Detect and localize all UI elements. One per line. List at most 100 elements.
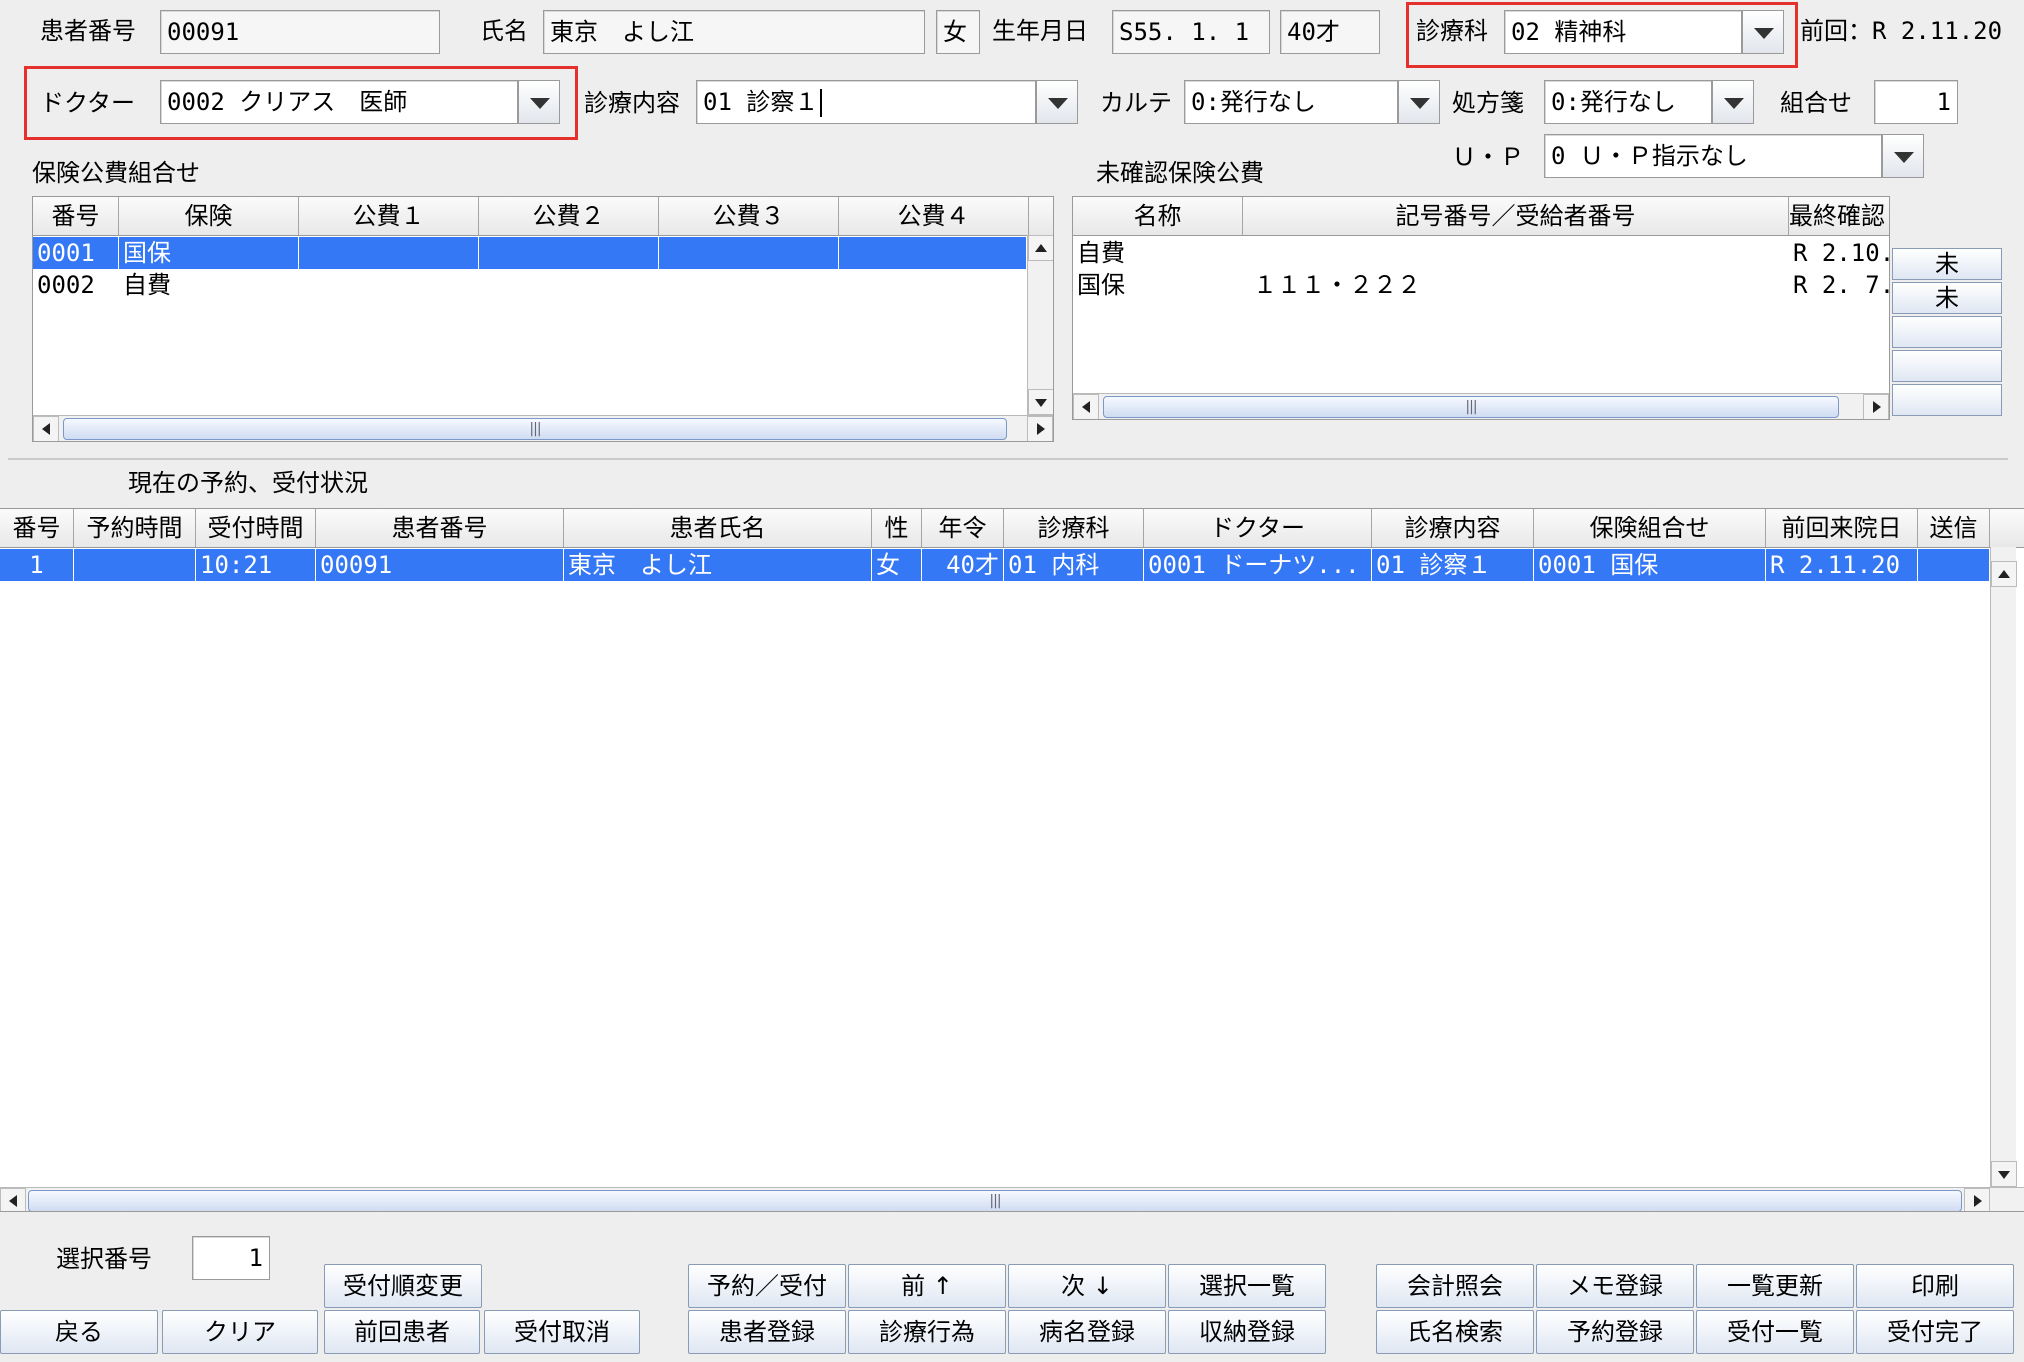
col-header[interactable]: ドクター (1144, 509, 1372, 547)
col-header[interactable]: 診療科 (1004, 509, 1144, 547)
rx-select[interactable]: 0:発行なし (1544, 80, 1712, 124)
scroll-up-icon[interactable] (1028, 235, 1053, 261)
cell (1243, 237, 1789, 269)
reception-vscrollbar[interactable] (1990, 547, 2017, 1187)
col-header[interactable]: 公費４ (839, 197, 1029, 235)
col-header[interactable]: 患者氏名 (564, 509, 872, 547)
table-row[interactable]: 国保 １１１・２２２ R 2. 7.31 (1073, 269, 1889, 301)
scroll-thumb[interactable]: ||| (28, 1190, 1962, 1211)
account-ref-button[interactable]: 会計照会 (1376, 1264, 1534, 1308)
reception-list-button[interactable]: 受付一覧 (1696, 1310, 1854, 1354)
insurance-table-header: 番号 保険 公費１ 公費２ 公費３ 公費４ (33, 197, 1053, 236)
cell: 0001 ドーナツ... (1144, 549, 1372, 581)
content-select[interactable]: 01 診察１ (696, 80, 1036, 124)
col-header[interactable]: 保険 (119, 197, 299, 235)
col-header[interactable]: 名称 (1073, 197, 1243, 235)
side-button-4[interactable] (1892, 350, 2002, 382)
reorder-button[interactable]: 受付順変更 (324, 1264, 482, 1308)
prev-patient-button[interactable]: 前回患者 (324, 1310, 480, 1354)
reception-done-button[interactable]: 受付完了 (1856, 1310, 2014, 1354)
cell: 自費 (1077, 239, 1125, 267)
age-field[interactable]: 40才 (1280, 10, 1380, 54)
col-header[interactable]: 診療内容 (1372, 509, 1534, 547)
col-header[interactable]: 年令 (922, 509, 1004, 547)
insurance-vscrollbar[interactable] (1027, 235, 1053, 415)
dept-dropdown-icon[interactable] (1742, 10, 1784, 54)
side-button-1[interactable]: 未 (1892, 248, 2002, 280)
side-button-2[interactable]: 未 (1892, 282, 2002, 314)
karte-dropdown-icon[interactable] (1398, 80, 1440, 124)
list-refresh-button[interactable]: 一覧更新 (1696, 1264, 1854, 1308)
select-list-button[interactable]: 選択一覧 (1168, 1264, 1326, 1308)
scroll-thumb[interactable]: ||| (63, 418, 1007, 440)
payment-reg-button[interactable]: 収納登録 (1168, 1310, 1326, 1354)
col-header[interactable]: 最終確認日 (1789, 197, 1889, 235)
patient-no-label: 患者番号 (40, 17, 136, 45)
prev-button[interactable]: 前 ↑ (848, 1264, 1006, 1308)
col-header[interactable]: 番号 (33, 197, 119, 235)
reception-title: 現在の予約、受付状況 (128, 469, 368, 497)
up-select[interactable]: 0 Ｕ・Ｐ指示なし (1544, 134, 1882, 178)
rx-dropdown-icon[interactable] (1712, 80, 1754, 124)
col-header[interactable]: 前回来院日 (1766, 509, 1918, 547)
disease-reg-button[interactable]: 病名登録 (1008, 1310, 1166, 1354)
table-row[interactable]: 0001 国保 (33, 237, 1027, 269)
scroll-up-icon[interactable] (1991, 561, 2017, 587)
combo-field[interactable]: 1 (1874, 80, 1958, 124)
reserve-reception-button[interactable]: 予約／受付 (688, 1264, 846, 1308)
scroll-down-icon[interactable] (1991, 1161, 2017, 1187)
col-header[interactable]: 性 (872, 509, 922, 547)
reservation-reg-button[interactable]: 予約登録 (1536, 1310, 1694, 1354)
col-header[interactable]: 患者番号 (316, 509, 564, 547)
scroll-right-icon[interactable] (1863, 394, 1889, 419)
cell: 国保 (119, 237, 299, 269)
sel-no-field[interactable]: 1 (192, 1236, 270, 1280)
side-button-5[interactable] (1892, 384, 2002, 416)
scroll-left-icon[interactable] (1073, 394, 1099, 419)
memo-reg-button[interactable]: メモ登録 (1536, 1264, 1694, 1308)
print-button[interactable]: 印刷 (1856, 1264, 2014, 1308)
side-button-3[interactable] (1892, 316, 2002, 348)
col-header[interactable]: 記号番号／受給者番号 (1243, 197, 1789, 235)
table-row[interactable]: 0002 自費 (33, 269, 1027, 301)
doctor-select[interactable]: 0002 クリアス 医師 (160, 80, 518, 124)
col-header[interactable]: 公費１ (299, 197, 479, 235)
col-header[interactable]: 予約時間 (74, 509, 196, 547)
col-header[interactable]: 公費３ (659, 197, 839, 235)
scroll-left-icon[interactable] (0, 1188, 26, 1211)
col-header[interactable]: 送信 (1918, 509, 1990, 547)
treatment-button[interactable]: 診療行為 (848, 1310, 1006, 1354)
table-row[interactable]: 1 10:21 00091 東京 よし江 女 40才 01 内科 0001 ドー… (0, 549, 1990, 581)
name-field[interactable]: 東京 よし江 (543, 10, 925, 54)
up-dropdown-icon[interactable] (1882, 134, 1924, 178)
birth-field[interactable]: S55. 1. 1 (1112, 10, 1270, 54)
scroll-right-icon[interactable] (1964, 1188, 1990, 1211)
reception-hscrollbar[interactable]: ||| (0, 1187, 2024, 1211)
karte-select[interactable]: 0:発行なし (1184, 80, 1398, 124)
col-header[interactable]: 保険組合せ (1534, 509, 1766, 547)
col-header[interactable]: 公費２ (479, 197, 659, 235)
col-header[interactable]: 受付時間 (196, 509, 316, 547)
clear-button[interactable]: クリア (162, 1310, 318, 1354)
cell: 1 (0, 549, 74, 581)
unconfirmed-hscrollbar[interactable]: ||| (1073, 393, 1889, 419)
content-dropdown-icon[interactable] (1036, 80, 1078, 124)
sex-field[interactable]: 女 (936, 10, 980, 54)
cell (839, 237, 1027, 269)
cell: 01 診察１ (1372, 549, 1534, 581)
patient-reg-button[interactable]: 患者登録 (688, 1310, 846, 1354)
scroll-right-icon[interactable] (1027, 416, 1053, 441)
scroll-left-icon[interactable] (33, 416, 59, 441)
col-header[interactable]: 番号 (0, 509, 74, 547)
patient-no-field[interactable]: 00091 (160, 10, 440, 54)
doctor-dropdown-icon[interactable] (518, 80, 560, 124)
scroll-down-icon[interactable] (1028, 389, 1053, 415)
scroll-thumb[interactable]: ||| (1103, 396, 1839, 418)
dept-select[interactable]: 02 精神科 (1504, 10, 1742, 54)
name-search-button[interactable]: 氏名検索 (1376, 1310, 1534, 1354)
insurance-hscrollbar[interactable]: ||| (33, 415, 1053, 441)
back-button[interactable]: 戻る (0, 1310, 158, 1354)
table-row[interactable]: 自費 R 2.10.23 (1073, 237, 1889, 269)
next-button[interactable]: 次 ↓ (1008, 1264, 1166, 1308)
cancel-reception-button[interactable]: 受付取消 (484, 1310, 640, 1354)
